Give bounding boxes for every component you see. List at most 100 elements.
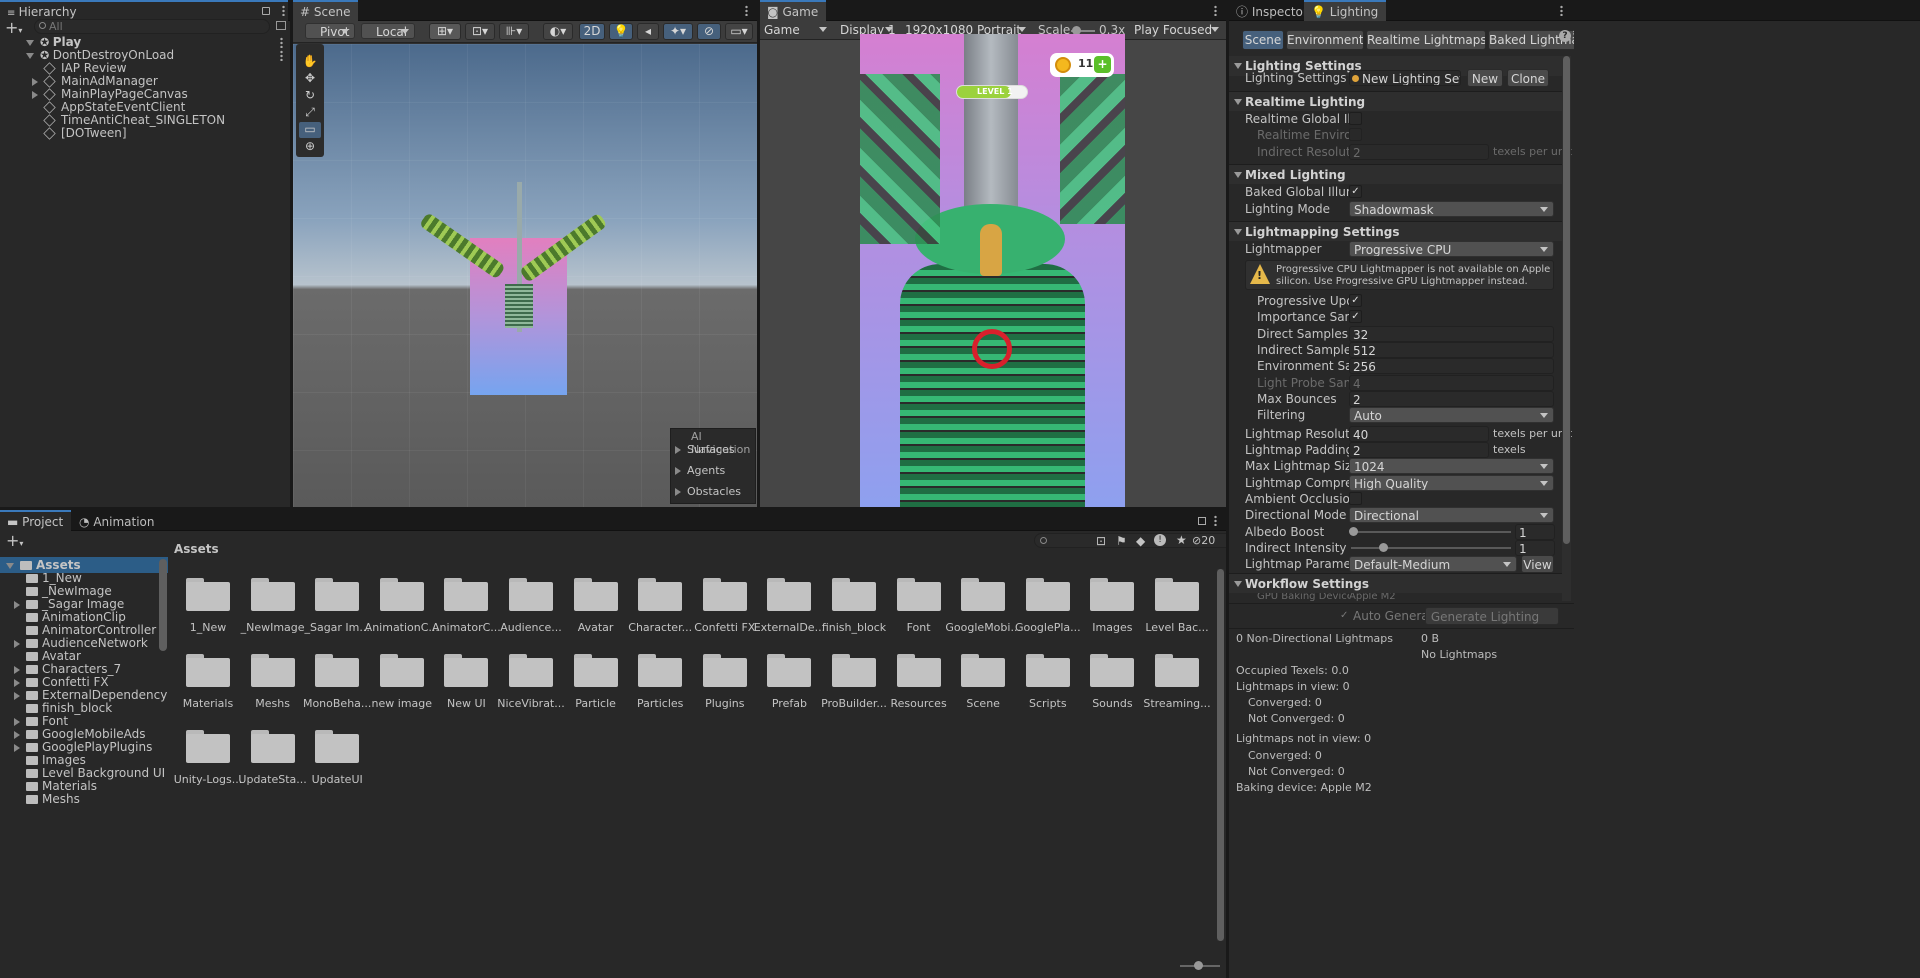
scene-menu-icon[interactable] — [745, 5, 748, 16]
lightmap-compression-dropdown[interactable]: High Quality — [1349, 475, 1554, 491]
info-filter-icon[interactable]: ! — [1154, 534, 1166, 546]
tree-expand-icon[interactable] — [6, 562, 14, 569]
albedo-boost-slider[interactable] — [1349, 527, 1511, 536]
ambient-occlusion-checkbox[interactable] — [1349, 492, 1362, 505]
lightmapping-row-field[interactable]: 512 — [1349, 341, 1554, 358]
tab-game[interactable]: ◙ Game — [760, 0, 827, 21]
project-tree-scrollbar[interactable] — [159, 559, 167, 651]
audio-toggle-button[interactable]: ◂ — [637, 23, 659, 40]
indirect-resolution-field[interactable]: 2 — [1349, 144, 1489, 160]
expand-arrow-icon[interactable] — [26, 39, 34, 46]
lightmapping-row-checkbox[interactable]: ✓ — [1349, 310, 1362, 324]
lightmapping-row-field[interactable]: 32 — [1349, 325, 1554, 342]
realtime-gi-checkbox[interactable] — [1349, 112, 1362, 125]
lightmap-padding-field[interactable]: 2 — [1349, 442, 1489, 458]
indirect-intensity-field[interactable]: 1 — [1515, 540, 1555, 556]
indirect-intensity-thumb[interactable] — [1379, 543, 1388, 552]
shading-mode-button[interactable]: ◐▾ — [543, 23, 573, 40]
snap-increment-button[interactable]: ⊡▾ — [465, 23, 495, 40]
local-dropdown[interactable]: Local — [361, 23, 415, 39]
camera-settings-button[interactable]: ▭▾ — [725, 23, 753, 40]
albedo-boost-field[interactable]: 1 — [1515, 524, 1555, 540]
folder-tile[interactable]: Level Bac... — [1138, 571, 1216, 641]
move-tool-icon[interactable]: ✥ — [299, 71, 321, 87]
section-mixed-lighting[interactable]: Mixed Lighting — [1229, 164, 1564, 184]
lighting-mode-dropdown[interactable]: Shadowmask — [1349, 201, 1554, 217]
add-coins-button[interactable]: + — [1094, 56, 1111, 73]
tree-expand-icon[interactable] — [14, 639, 20, 648]
lightmapping-row-checkbox[interactable]: ✓ — [1349, 294, 1362, 307]
tree-expand-icon[interactable] — [14, 678, 20, 687]
align-button[interactable]: ⊪▾ — [499, 23, 529, 40]
hierarchy-item[interactable]: [DOTween] — [0, 125, 290, 141]
folder-tile[interactable]: Streaming... — [1138, 647, 1216, 717]
lightmapping-row-field[interactable]: 2 — [1349, 390, 1554, 407]
game-viewport[interactable]: 11 + LEVEL 1 — [860, 34, 1125, 507]
ai-nav-surfaces[interactable]: Surfaces — [675, 443, 735, 456]
icon-size-thumb[interactable] — [1194, 961, 1203, 970]
auto-generate-checkbox[interactable]: ✓ — [1340, 610, 1348, 621]
hidden-packages-icon[interactable]: ⊘20 — [1192, 534, 1215, 547]
tree-expand-icon[interactable] — [14, 717, 20, 726]
lightmapping-row-dropdown[interactable]: Auto — [1349, 407, 1554, 424]
project-breadcrumb[interactable]: Assets — [174, 541, 219, 557]
tree-expand-icon[interactable] — [14, 665, 20, 674]
favorite-star-icon[interactable]: ★ — [1176, 533, 1187, 547]
scale-slider[interactable] — [1071, 26, 1095, 35]
directional-mode-dropdown[interactable]: Directional — [1349, 507, 1554, 523]
rotate-tool-icon[interactable]: ↻ — [299, 88, 321, 104]
new-lighting-button[interactable]: New — [1467, 69, 1503, 87]
lightmapper-dropdown[interactable]: Progressive CPU — [1349, 241, 1554, 257]
project-lock-icon[interactable] — [1198, 517, 1206, 525]
scene-viewport[interactable]: ✋ ✥ ↻ ⤢ ▭ ⊕ AI Navigation Surfaces Agent… — [293, 44, 757, 507]
game-mode-dropdown[interactable]: Game — [760, 22, 832, 38]
lighting-toggle-button[interactable]: 💡 — [609, 23, 633, 40]
indirect-intensity-slider[interactable] — [1351, 543, 1511, 552]
lighting-asset-field[interactable]: New Lighting Setting — [1349, 70, 1461, 86]
section-workflow-settings[interactable]: Workflow Settings — [1229, 573, 1564, 593]
albedo-boost-thumb[interactable] — [1349, 527, 1358, 536]
tab-hierarchy[interactable]: ≡ Hierarchy — [0, 0, 288, 21]
tree-expand-icon[interactable] — [14, 730, 20, 739]
max-lightmap-size-dropdown[interactable]: 1024 — [1349, 458, 1554, 474]
scale-tool-icon[interactable]: ⤢ — [299, 105, 321, 121]
grid-snap-button[interactable]: ⊞▾ — [429, 23, 461, 40]
expand-arrow-icon[interactable] — [32, 77, 38, 86]
rect-tool-icon[interactable]: ▭ — [299, 122, 321, 138]
lightmap-parameters-dropdown[interactable]: Default-Medium — [1349, 556, 1517, 572]
tag-icon[interactable]: ◆ — [1136, 534, 1145, 548]
project-menu-icon[interactable] — [1214, 515, 1217, 526]
filter-icon[interactable] — [276, 21, 286, 30]
clone-lighting-button[interactable]: Clone — [1507, 69, 1549, 87]
ai-nav-obstacles[interactable]: Obstacles — [675, 485, 741, 498]
tab-animation[interactable]: ◔ Animation — [72, 510, 163, 531]
project-grid-scrollbar-thumb[interactable] — [1217, 569, 1224, 941]
generate-lighting-button[interactable]: Generate Lighting — [1425, 607, 1559, 625]
lightmapping-row-field[interactable]: 256 — [1349, 358, 1554, 375]
icon-size-slider[interactable] — [1180, 961, 1220, 970]
effects-toggle-button[interactable]: ✦▾ — [663, 23, 693, 40]
lightmap-parameters-view-button[interactable]: View — [1521, 555, 1554, 573]
tree-expand-icon[interactable] — [14, 691, 20, 700]
tab-scene[interactable]: # Scene — [293, 0, 359, 21]
tree-expand-icon[interactable] — [14, 600, 20, 609]
project-add-button[interactable]: +▾ — [6, 531, 23, 550]
section-lightmapping-settings[interactable]: Lightmapping Settings — [1229, 221, 1564, 241]
expand-arrow-icon[interactable] — [32, 90, 38, 99]
project-grid-scrollbar[interactable] — [1217, 569, 1224, 941]
search-by-type-icon[interactable]: ⊡ — [1096, 534, 1106, 548]
search-by-label-icon[interactable]: ⚑ — [1116, 534, 1127, 548]
section-realtime-lighting[interactable]: Realtime Lighting — [1229, 91, 1564, 111]
game-menu-icon[interactable] — [1214, 5, 1217, 16]
realtime-env-checkbox[interactable] — [1349, 128, 1362, 141]
transform-tool-icon[interactable]: ⊕ — [299, 139, 321, 155]
tree-expand-icon[interactable] — [14, 743, 20, 752]
hand-tool-icon[interactable]: ✋ — [299, 54, 321, 70]
visibility-toggle-button[interactable]: ⊘ — [697, 23, 721, 40]
lock-icon[interactable] — [262, 7, 270, 15]
baked-gi-checkbox[interactable]: ✓ — [1349, 185, 1362, 198]
tab-project[interactable]: ▬ Project — [0, 510, 72, 531]
hierarchy-search-input[interactable]: All — [34, 19, 270, 34]
hierarchy-menu-icon[interactable] — [282, 5, 285, 16]
tree-folder-item[interactable]: Meshs — [0, 791, 168, 807]
